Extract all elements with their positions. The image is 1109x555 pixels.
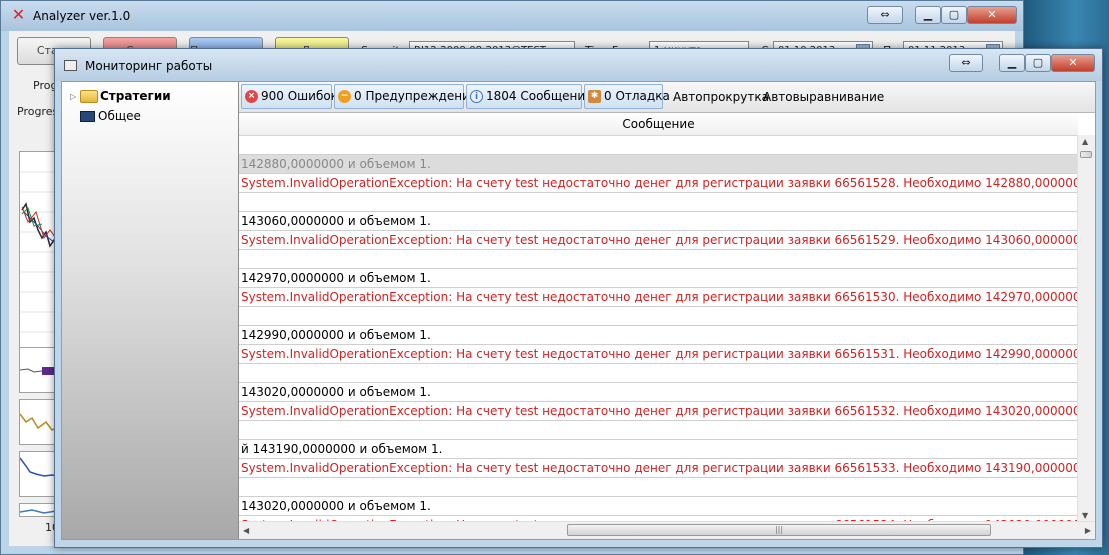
table-row[interactable] — [239, 193, 1078, 212]
maximize-button[interactable]: ▢ — [1025, 54, 1051, 72]
table-row[interactable] — [239, 250, 1078, 269]
tree-item-general[interactable]: Общее — [70, 107, 141, 125]
maximize-button[interactable]: ▢ — [941, 6, 967, 24]
messages-grid: Сообщение 142880,0000000 и объемом 1. Sys… — [239, 113, 1095, 522]
folder-icon — [80, 89, 98, 103]
tree-item-strategies[interactable]: ▷ Стратегии — [70, 87, 171, 105]
warnings-filter-label: 0 Предупреждений — [354, 89, 478, 103]
horizontal-scroll-thumb[interactable]: ||| — [567, 524, 991, 536]
tree-item-label: Стратегии — [100, 89, 171, 103]
autoscroll-toggle[interactable]: Автопрокрутка — [673, 90, 769, 104]
resize-arrows-icon[interactable]: ⇔ — [949, 54, 983, 72]
log-panel: × 900 Ошибок − 0 Предупреждений i 1804 С… — [239, 82, 1095, 539]
close-button[interactable]: ✕ — [1051, 54, 1095, 72]
table-row[interactable]: System.InvalidOperationException: На сче… — [239, 174, 1078, 193]
table-row[interactable]: 143020,0000000 и объемом 1. — [239, 497, 1078, 516]
error-icon: × — [245, 90, 258, 103]
info-icon: i — [470, 90, 483, 103]
errors-filter-label: 900 Ошибок — [261, 89, 338, 103]
progress-label: Progres — [17, 105, 59, 118]
table-row[interactable]: й 143190,0000000 и объемом 1. — [239, 440, 1078, 459]
debug-filter-label: 0 Отладка — [604, 89, 670, 103]
autoalign-toggle[interactable]: Автовыравнивание — [763, 90, 884, 104]
app-x-icon: ✕ — [11, 5, 26, 24]
table-row[interactable] — [239, 136, 1078, 155]
table-row[interactable] — [239, 364, 1078, 383]
expand-arrow-icon[interactable]: ▷ — [70, 92, 80, 101]
monitor-client: ▷ Стратегии Общее × 900 Ошибок − 0 Преду… — [61, 81, 1096, 540]
messages-rows: 142880,0000000 и объемом 1. System.Invali… — [239, 136, 1078, 522]
warning-icon: − — [338, 90, 351, 103]
minimize-button[interactable]: ▁ — [999, 54, 1025, 72]
vertical-scroll-thumb[interactable] — [1080, 151, 1092, 158]
table-row[interactable] — [239, 478, 1078, 497]
analyzer-title-bar[interactable]: ✕ Analyzer ver.1.0 ⇔ ▁ ▢ ✕ — [1, 1, 1023, 31]
source-tree: ▷ Стратегии Общее — [62, 82, 239, 539]
close-button[interactable]: ✕ — [967, 6, 1017, 24]
horizontal-scrollbar[interactable]: ◀ ||| ▶ — [239, 521, 1095, 539]
errors-filter-button[interactable]: × 900 Ошибок — [241, 84, 338, 109]
scroll-left-arrow-icon[interactable]: ◀ — [243, 526, 249, 535]
scroll-down-arrow-icon[interactable]: ▼ — [1082, 511, 1088, 520]
monitor-icon — [80, 110, 95, 122]
table-row[interactable]: 143020,0000000 и объемом 1. — [239, 383, 1078, 402]
monitor-title-bar[interactable]: Монитoринг работы ⇔ ▁ ▢ ✕ — [55, 49, 1102, 81]
messages-filter-button[interactable]: i 1804 Сообщений — [466, 84, 593, 109]
window-icon — [64, 60, 77, 71]
messages-filter-label: 1804 Сообщений — [486, 89, 593, 103]
analyzer-title: Analyzer ver.1.0 — [33, 9, 131, 23]
log-toolbar: × 900 Ошибок − 0 Предупреждений i 1804 С… — [239, 82, 1095, 113]
table-row[interactable]: 142990,0000000 и объемом 1. — [239, 326, 1078, 345]
table-row[interactable]: System.InvalidOperationException: На сче… — [239, 231, 1078, 250]
column-header-message[interactable]: Сообщение — [239, 113, 1078, 136]
debug-filter-button[interactable]: ✱ 0 Отладка — [584, 84, 670, 109]
table-row[interactable]: System.InvalidOperationException: На сче… — [239, 402, 1078, 421]
table-row[interactable]: 143060,0000000 и объемом 1. — [239, 212, 1078, 231]
minimize-button[interactable]: ▁ — [915, 6, 941, 24]
table-row[interactable]: System.InvalidOperationException: На сче… — [239, 345, 1078, 364]
table-row[interactable]: System.InvalidOperationException: На сче… — [239, 459, 1078, 478]
debug-bug-icon: ✱ — [588, 90, 601, 103]
table-row[interactable]: 142970,0000000 и объемом 1. — [239, 269, 1078, 288]
tree-item-label: Общее — [98, 109, 141, 123]
vertical-scrollbar[interactable]: ▲ ▼ — [1077, 135, 1095, 522]
table-row[interactable] — [239, 307, 1078, 326]
table-row[interactable]: System.InvalidOperationException: На сче… — [239, 288, 1078, 307]
monitor-window: Монитoринг работы ⇔ ▁ ▢ ✕ ▷ Стратегии Об… — [54, 48, 1103, 548]
monitor-title: Монитoринг работы — [85, 59, 213, 73]
warnings-filter-button[interactable]: − 0 Предупреждений — [334, 84, 478, 109]
scroll-up-arrow-icon[interactable]: ▲ — [1082, 137, 1088, 146]
table-row[interactable]: 142880,0000000 и объемом 1. — [239, 155, 1078, 174]
resize-arrows-icon[interactable]: ⇔ — [867, 6, 903, 24]
scroll-right-arrow-icon[interactable]: ▶ — [1085, 526, 1091, 535]
table-row[interactable] — [239, 421, 1078, 440]
